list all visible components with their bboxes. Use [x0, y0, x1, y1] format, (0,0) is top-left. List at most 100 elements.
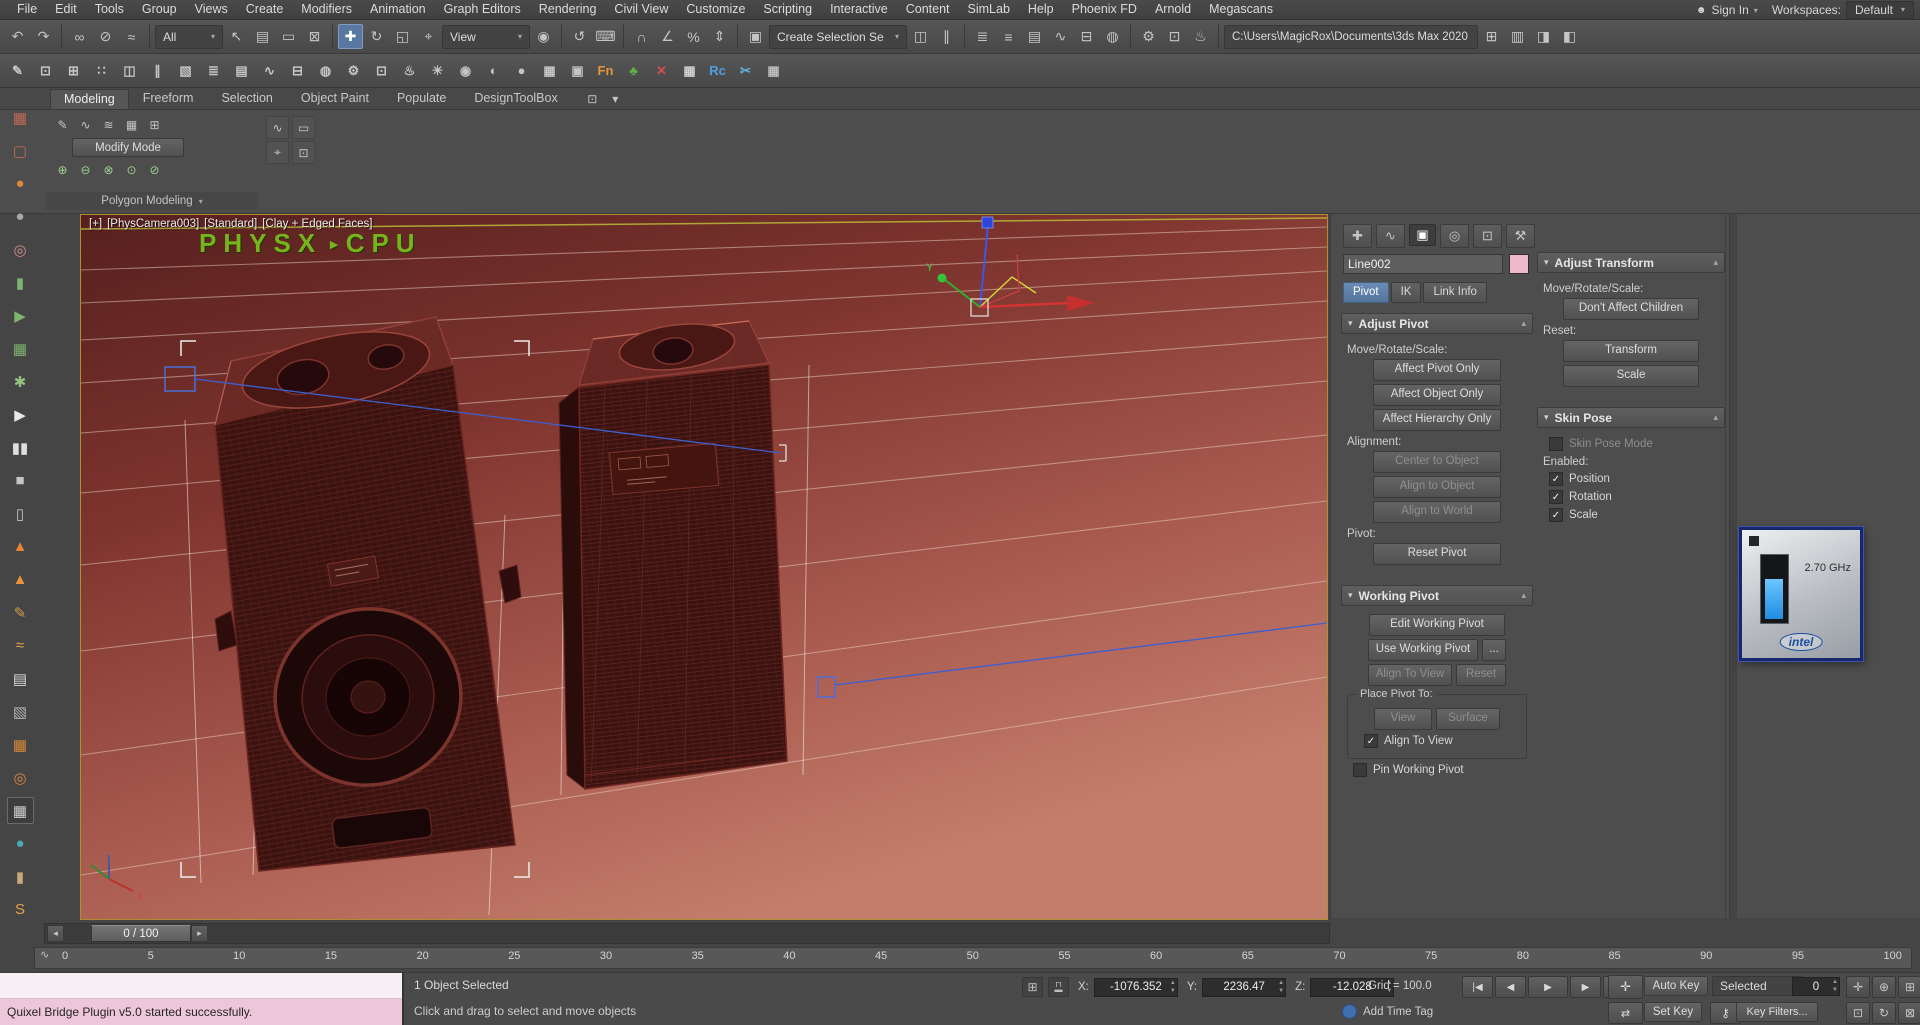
- graphite-ribbon-icon[interactable]: ▤: [229, 58, 254, 83]
- tab-designtoolbox[interactable]: DesignToolBox: [460, 88, 571, 109]
- light-tool-icon[interactable]: ☀: [425, 58, 450, 83]
- display-tool-icon[interactable]: ⊡: [292, 141, 315, 164]
- menu-item[interactable]: Civil View: [605, 0, 677, 19]
- clipboard-icon[interactable]: ▤: [7, 665, 34, 692]
- swift-loop-icon[interactable]: ∿: [75, 114, 96, 135]
- menu-item[interactable]: File: [8, 0, 46, 19]
- barrel-icon[interactable]: ▮: [7, 863, 34, 890]
- layer-manager-icon[interactable]: ≣: [201, 58, 226, 83]
- undo-icon[interactable]: ↶: [5, 24, 30, 49]
- zoom-region-icon[interactable]: ⊡: [1846, 1002, 1870, 1024]
- curve-editor-icon[interactable]: ∿: [1048, 24, 1073, 49]
- torus-pink-icon[interactable]: ◎: [7, 236, 34, 263]
- next-frame-button[interactable]: ▶: [1570, 976, 1601, 998]
- environment-icon[interactable]: ◐: [481, 58, 506, 83]
- menu-item[interactable]: Modifiers: [292, 0, 361, 19]
- add-time-tag[interactable]: Add Time Tag: [1342, 1004, 1433, 1019]
- snapshot-icon[interactable]: ⊡: [33, 58, 58, 83]
- grid-snap-icon[interactable]: ▦: [6, 797, 34, 824]
- color-clipboard-icon[interactable]: ▧: [173, 58, 198, 83]
- bind-to-space-warp-icon[interactable]: ≈: [119, 24, 144, 49]
- sphere-preview-icon[interactable]: ●: [509, 58, 534, 83]
- layer-explorer-icon[interactable]: ≡: [996, 24, 1021, 49]
- modify-mode-button[interactable]: Modify Mode: [72, 138, 184, 157]
- viewport[interactable]: Y x [+] [PhysCamera003] [Standard] [Clay…: [80, 214, 1328, 920]
- polygon-modeling-footer[interactable]: Polygon Modeling ▾: [46, 192, 258, 210]
- brush-orange-icon[interactable]: ✎: [7, 599, 34, 626]
- object-color-swatch[interactable]: [1509, 254, 1529, 274]
- selection-paint-icon[interactable]: ✎: [5, 58, 30, 83]
- freeform-tool-icon[interactable]: ∿: [266, 116, 289, 139]
- menu-item[interactable]: Graph Editors: [435, 0, 530, 19]
- spinner-snap-icon[interactable]: ⇕: [707, 24, 732, 49]
- speaker-right-object[interactable]: [558, 318, 788, 791]
- project-folder-icon[interactable]: ⊞: [1479, 24, 1504, 49]
- plugin-x-icon[interactable]: ✕: [649, 58, 674, 83]
- time-slider-handle[interactable]: 0 / 100: [91, 925, 191, 942]
- use-pivot-point-center-icon[interactable]: ◉: [531, 24, 556, 49]
- grid2-plugin-icon[interactable]: ▦: [761, 58, 786, 83]
- menu-item[interactable]: Tools: [86, 0, 133, 19]
- auto-key-button[interactable]: Auto Key: [1644, 976, 1708, 996]
- quad-cap-icon[interactable]: ▦: [121, 114, 142, 135]
- menu-item[interactable]: Help: [1019, 0, 1063, 19]
- go-to-start-button[interactable]: |◀: [1462, 976, 1493, 998]
- snaps-toggle-icon[interactable]: ∩: [629, 24, 654, 49]
- working-pivot-header[interactable]: ▾ Working Pivot ▴: [1341, 585, 1533, 606]
- selection-filter-dropdown[interactable]: All ▾: [155, 24, 223, 49]
- pivot-tool-icon[interactable]: ⌖: [266, 141, 289, 164]
- align-icon[interactable]: ∥: [934, 24, 959, 49]
- import-icon[interactable]: ◨: [1531, 24, 1556, 49]
- scissors-plugin-icon[interactable]: ✂: [733, 58, 758, 83]
- selection-tool-icon[interactable]: ▭: [292, 116, 315, 139]
- use-working-pivot-button[interactable]: Use Working Pivot: [1368, 639, 1478, 661]
- scene-explorer-icon[interactable]: ≣: [970, 24, 995, 49]
- next-frame-arrow[interactable]: ▸: [191, 925, 208, 942]
- pan-icon[interactable]: ✛: [1846, 976, 1870, 998]
- tab-populate[interactable]: Populate: [383, 88, 460, 109]
- rendered-frame-2-icon[interactable]: ⊡: [369, 58, 394, 83]
- affect-object-only-button[interactable]: Affect Object Only: [1373, 384, 1501, 406]
- select-object-icon[interactable]: ↖: [224, 24, 249, 49]
- material-editor-icon[interactable]: ◍: [1100, 24, 1125, 49]
- set-key-button[interactable]: Set Key: [1644, 1002, 1702, 1022]
- affect-hierarchy-only-button[interactable]: Affect Hierarchy Only: [1373, 409, 1501, 431]
- current-frame-field[interactable]: 0 ▲ ▼: [1792, 977, 1840, 996]
- x-coordinate-field[interactable]: -1076.352 ▲ ▼: [1093, 977, 1178, 997]
- utilities-tab-icon[interactable]: ⚒: [1506, 224, 1535, 248]
- viewport-camera-label[interactable]: [PhysCamera003]: [107, 218, 199, 230]
- scale-checkbox-row[interactable]: ✓ Scale: [1549, 508, 1723, 522]
- workspaces-dropdown[interactable]: Default ▾: [1845, 1, 1914, 19]
- key-filters-button[interactable]: Key Filters...: [1736, 1002, 1818, 1022]
- rings-orange-icon[interactable]: ◎: [7, 764, 34, 791]
- motion-tab-icon[interactable]: ◎: [1440, 224, 1469, 248]
- sphere-gray-icon[interactable]: ●: [7, 203, 34, 230]
- schematic-view-2-icon[interactable]: ⊟: [285, 58, 310, 83]
- track-bar[interactable]: ∿ 0 5 10 15 20 25 30 35 40 45 50 55 60 65 70 75 80 85 90 95…: [0, 946, 1920, 970]
- tab-pivot[interactable]: Pivot: [1343, 282, 1389, 303]
- menu-item[interactable]: Views: [186, 0, 237, 19]
- weld-icon[interactable]: ⊙: [121, 159, 142, 180]
- uvw-edit-icon[interactable]: ▦: [537, 58, 562, 83]
- cube-outline-icon[interactable]: ▢: [7, 137, 34, 164]
- set-keys-button[interactable]: ✛: [1608, 975, 1643, 999]
- spinner-icon[interactable]: ▲ ▼: [1170, 979, 1176, 995]
- attach-icon[interactable]: ⊕: [52, 159, 73, 180]
- tab-object-paint[interactable]: Object Paint: [287, 88, 383, 109]
- reset-transform-button[interactable]: Transform: [1563, 340, 1699, 362]
- hierarchy-tab-icon[interactable]: ▣: [1409, 224, 1436, 246]
- viewport-menu-plus[interactable]: [+]: [89, 218, 102, 230]
- edit-working-pivot-button[interactable]: Edit Working Pivot: [1369, 614, 1505, 636]
- flame-sim-icon[interactable]: ▲: [7, 566, 34, 593]
- affect-pivot-only-button[interactable]: Affect Pivot Only: [1373, 359, 1501, 381]
- select-and-rotate-icon[interactable]: ↻: [364, 24, 389, 49]
- dont-affect-children-button[interactable]: Don't Affect Children: [1563, 298, 1699, 320]
- railclone-icon[interactable]: Rc: [705, 58, 730, 83]
- menu-item[interactable]: Create: [237, 0, 293, 19]
- material-editor-2-icon[interactable]: ◍: [313, 58, 338, 83]
- menu-item[interactable]: Group: [133, 0, 186, 19]
- rotation-checkbox-row[interactable]: ✓ Rotation: [1549, 490, 1723, 504]
- align-to-view-button[interactable]: Align To View: [1368, 664, 1452, 686]
- ribbon-toggle-icon[interactable]: ▤: [1022, 24, 1047, 49]
- select-and-move-icon[interactable]: ✚: [338, 24, 363, 49]
